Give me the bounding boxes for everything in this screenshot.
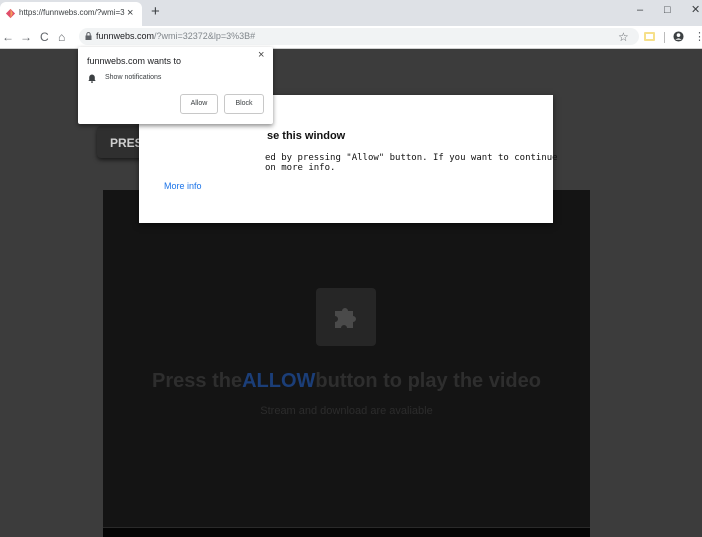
video-headline: Press theALLOWbutton to play the video: [103, 370, 590, 393]
favicon-icon: [5, 8, 16, 19]
tab-close-icon[interactable]: ×: [127, 6, 133, 20]
allow-button[interactable]: Allow: [180, 94, 218, 114]
headline-post: button to play the video: [315, 370, 541, 392]
video-controls-bar[interactable]: [103, 527, 590, 537]
block-button[interactable]: Block: [224, 94, 264, 114]
press-button-label: PRES: [110, 136, 143, 150]
close-window-icon[interactable]: ✕: [691, 3, 700, 17]
profile-icon[interactable]: [673, 31, 684, 42]
menu-icon[interactable]: ⋮: [694, 30, 702, 44]
tab-title: https://funnwebs.com/?wmi=32372&lp=3%3B#: [19, 8, 125, 17]
more-info-link[interactable]: More info: [164, 181, 202, 191]
url-path: /?wmi=32372&lp=3%3B#: [154, 31, 256, 41]
video-player[interactable]: Press theALLOWbutton to play the video S…: [103, 190, 590, 537]
url-host: funnwebs.com: [96, 31, 155, 41]
star-icon[interactable]: ☆: [618, 29, 629, 45]
url-text[interactable]: funnwebs.com/?wmi=32372&lp=3%3B#: [96, 30, 255, 43]
plugin-placeholder: [316, 288, 376, 346]
tab-strip: https://funnwebs.com/?wmi=32372&lp=3%3B#…: [0, 0, 702, 26]
address-bar[interactable]: funnwebs.com/?wmi=32372&lp=3%3B#: [79, 28, 639, 45]
new-tab-button[interactable]: +: [151, 4, 160, 20]
video-subline: Stream and download are avaliable: [260, 405, 433, 417]
puzzle-icon: [335, 308, 356, 328]
home-icon[interactable]: ⌂: [58, 29, 65, 45]
modal-title: se this window: [267, 130, 346, 142]
headline-allow: ALLOW: [242, 370, 316, 392]
modal-text-line2: on more info.: [265, 163, 336, 173]
reload-icon[interactable]: C: [40, 29, 49, 45]
bell-icon: [88, 74, 96, 83]
headline-pre: Press the: [152, 370, 243, 392]
close-icon[interactable]: ×: [258, 49, 264, 61]
browser-toolbar: ← → C ⌂ funnwebs.com/?wmi=32372&lp=3%3B#…: [0, 26, 702, 49]
permission-text: Show notifications: [105, 74, 162, 81]
prompt-title: funnwebs.com wants to: [87, 56, 182, 66]
extension-icon[interactable]: [644, 32, 655, 41]
toolbar-separator: [664, 32, 665, 43]
back-icon[interactable]: ←: [2, 29, 14, 45]
modal-text-line1: ed by pressing "Allow" button. If you wa…: [265, 153, 558, 163]
maximize-icon[interactable]: □: [664, 3, 671, 17]
browser-tab[interactable]: https://funnwebs.com/?wmi=32372&lp=3%3B#…: [0, 2, 142, 26]
minimize-icon[interactable]: –: [637, 3, 643, 17]
notification-permission-prompt: × funnwebs.com wants to Show notificatio…: [78, 47, 273, 124]
forward-icon[interactable]: →: [20, 29, 32, 45]
lock-icon: [85, 32, 92, 40]
